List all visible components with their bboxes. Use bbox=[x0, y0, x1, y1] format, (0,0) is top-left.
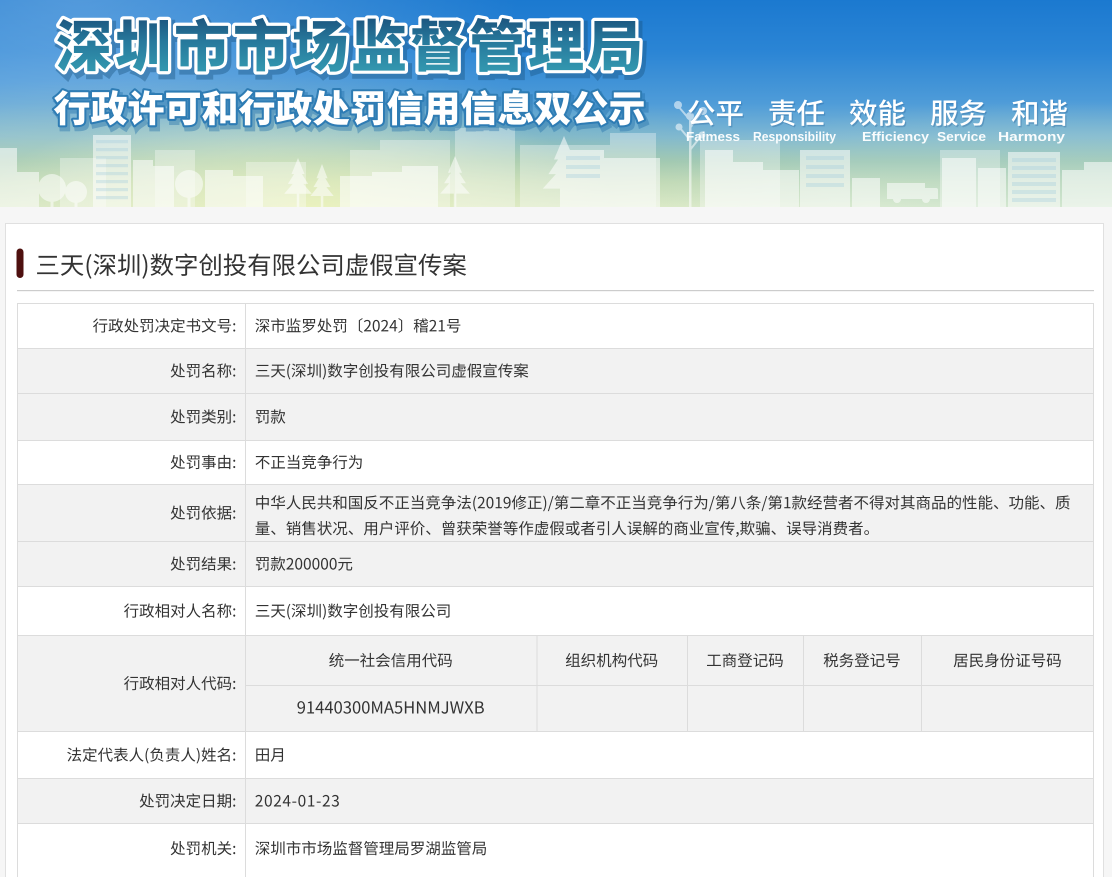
svg-text:Efficiency: Efficiency bbox=[862, 129, 930, 144]
svg-text:Responsibility: Responsibility bbox=[753, 129, 837, 144]
svg-text:Service: Service bbox=[937, 129, 986, 144]
svg-text:Faimess: Faimess bbox=[686, 129, 740, 144]
svg-text:Harmony: Harmony bbox=[998, 129, 1066, 144]
